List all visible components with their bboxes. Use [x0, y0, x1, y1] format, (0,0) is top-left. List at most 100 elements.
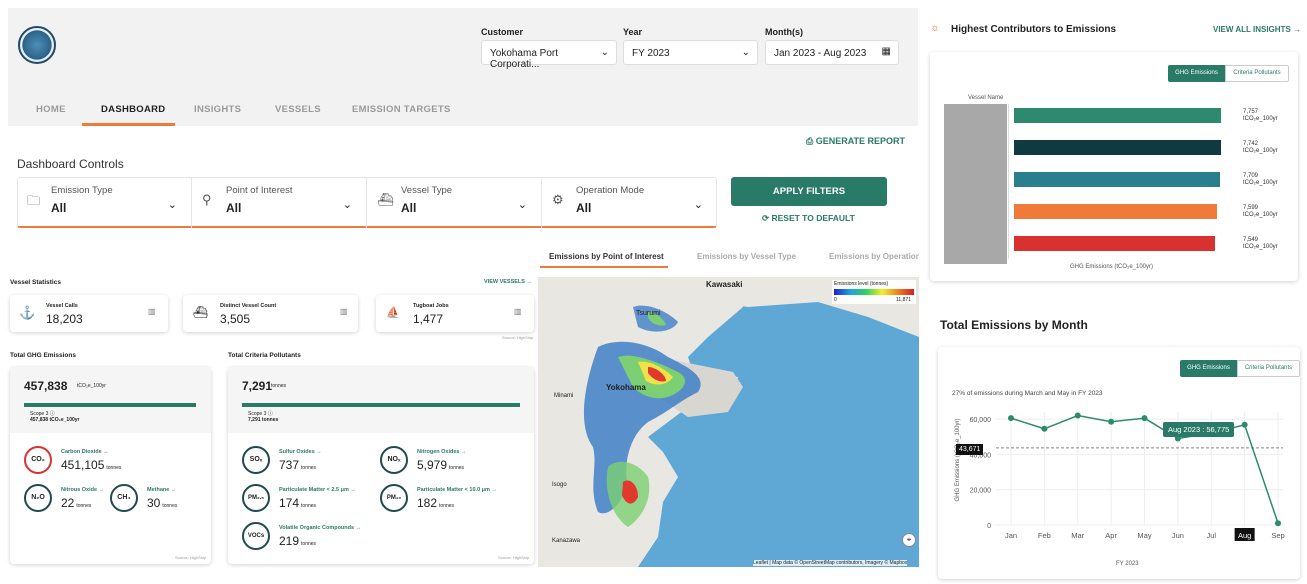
active-tab-underline — [82, 123, 175, 126]
view-vessels-link[interactable]: VIEW VESSELS → — [484, 279, 532, 285]
gas-value: 174 tonnes — [279, 496, 316, 510]
ghg-source: Source: HighShip — [175, 555, 207, 560]
tab-insights[interactable]: INSIGHTS — [194, 104, 241, 115]
tab-emissions-by-vessel-type[interactable]: Emissions by Vessel Type — [697, 252, 796, 261]
chart-icon[interactable]: ▥ — [340, 307, 348, 316]
generate-report-button[interactable]: ⎙ GENERATE REPORT — [806, 136, 905, 147]
generate-report-label: GENERATE REPORT — [815, 136, 906, 146]
y-tick-label: 0 — [987, 523, 991, 530]
monthly-card: GHG Emissions Criteria Pollutants 27% of… — [938, 347, 1300, 579]
contributor-value-unit: tCO₂e_100yr — [1243, 148, 1278, 154]
chart-icon[interactable]: ▥ — [514, 307, 522, 316]
gas-value-number: 737 — [279, 458, 300, 472]
anchor-icon: ⚓ — [19, 305, 36, 320]
lightbulb-icon: ☼ — [930, 22, 941, 34]
port-logo — [18, 26, 56, 64]
tab-home[interactable]: HOME — [36, 104, 66, 115]
data-point[interactable] — [1074, 412, 1081, 419]
contributor-value-number: 7,757 — [1243, 109, 1259, 115]
toggle-criteria[interactable]: Criteria Pollutants — [1225, 65, 1289, 82]
gas-name[interactable]: Carbon Dioxide → — [61, 449, 109, 455]
chevron-down-icon: ⌄ — [741, 47, 750, 58]
pm10-icon: PM₁₀ — [380, 484, 408, 512]
gas-name[interactable]: Nitrogen Oxides → — [417, 449, 467, 455]
y-tick-label: 60,000 — [970, 417, 992, 424]
heatmap-legend: Emissions level (tonnes) 0 11,871 — [832, 280, 916, 304]
ghg-top — [10, 367, 211, 433]
vessel-type-control[interactable]: ⛴ Vessel Type All ⌄ — [367, 178, 542, 228]
criteria-source: Source: HighShip — [498, 555, 530, 560]
contributor-bar[interactable] — [1014, 108, 1221, 123]
data-point[interactable] — [1241, 421, 1248, 428]
ghg-unit: tCO₂e_100yr — [77, 383, 106, 389]
legend-max: 11,871 — [896, 297, 911, 303]
data-point[interactable] — [1041, 425, 1048, 432]
criteria-total: 7,291 — [242, 379, 273, 393]
gas-value-number: 5,979 — [417, 458, 448, 472]
control-title: Operation Mode — [576, 185, 645, 196]
contributor-bar[interactable] — [1014, 140, 1221, 155]
tab-emissions-by-poi[interactable]: Emissions by Point of Interest — [549, 252, 664, 261]
vocs-icon: VOCs — [242, 522, 270, 550]
gas-name[interactable]: Particulate Matter < 10.0 μm → — [417, 487, 497, 493]
contributor-value-number: 7,709 — [1243, 173, 1259, 179]
gas-value-number: 182 — [417, 496, 438, 510]
gas-name[interactable]: Particulate Matter < 2.5 μm → — [279, 487, 356, 493]
gas-value-number: 219 — [279, 534, 300, 548]
apply-filters-button[interactable]: APPLY FILTERS — [731, 177, 887, 206]
contributor-value-number: 7,742 — [1243, 141, 1259, 147]
map-canvas — [538, 277, 919, 567]
chevron-down-icon: ⌄ — [517, 199, 527, 211]
point-of-interest-control[interactable]: ⚲ Point of Interest All ⌄ — [192, 178, 367, 228]
tab-active-underline — [540, 266, 668, 268]
map-place-label: Minami — [554, 393, 574, 399]
emission-type-control[interactable]: 🗀 Emission Type All ⌄ — [17, 178, 192, 228]
data-point[interactable] — [1008, 415, 1014, 422]
month-range-picker[interactable]: Jan 2023 - Aug 2023 ▦ — [765, 40, 899, 65]
toggle-ghg[interactable]: GHG Emissions — [1168, 65, 1225, 82]
contributor-value-unit: tCO₂e_100yr — [1243, 116, 1278, 122]
compass-icon[interactable]: ⌖ — [902, 533, 916, 547]
contributor-value: 7,757 tCO₂e_100yr — [1243, 109, 1278, 123]
gas-value: 182 tonnes — [417, 496, 454, 510]
map-attribution: Leaflet | Map data © OpenStreetMap contr… — [753, 560, 908, 566]
year-value: FY 2023 — [632, 48, 670, 59]
scope-label: Scope 3 ⓘ — [248, 411, 273, 417]
contributor-value-unit: tCO₂e_100yr — [1243, 180, 1278, 186]
data-point[interactable] — [1141, 415, 1148, 422]
view-all-insights-link[interactable]: VIEW ALL INSIGHTS → — [1213, 25, 1301, 34]
tab-emission-targets[interactable]: EMISSION TARGETS — [352, 104, 451, 115]
data-point[interactable] — [1108, 418, 1115, 425]
y-tick-label: 20,000 — [970, 488, 992, 495]
data-point[interactable] — [1275, 520, 1281, 527]
customer-select[interactable]: Yokohama Port Corporati... ⌄ — [481, 40, 617, 70]
monthly-line-chart[interactable]: 020,00040,00060,000Jan Feb Mar Apr May Jun Jul… — [938, 347, 1300, 579]
stat-label: Distinct Vessel Count — [220, 303, 277, 309]
gas-unit: tonnes — [439, 503, 455, 509]
gas-name[interactable]: Methane → — [147, 487, 176, 493]
gas-unit: tonnes — [449, 465, 465, 471]
contributor-bar[interactable] — [1014, 236, 1216, 251]
contributor-bar[interactable] — [1014, 172, 1220, 187]
reset-button[interactable]: ⟳ RESET TO DEFAULT — [762, 213, 855, 224]
gas-name[interactable]: Nitrous Oxide → — [61, 487, 104, 493]
emissions-heatmap[interactable]: Tsurumi Kawasaki Yokohama Minami Isogo K… — [538, 277, 919, 567]
chart-icon[interactable]: ▥ — [148, 307, 156, 316]
tab-dashboard[interactable]: DASHBOARD — [101, 104, 165, 115]
calendar-icon: ▦ — [881, 46, 891, 57]
ch4-icon: CH₄ — [110, 484, 138, 512]
ghg-title: Total GHG Emissions — [10, 352, 76, 359]
gas-value: 219 tonnes — [279, 534, 316, 548]
chevron-down-icon: ⌄ — [600, 47, 609, 58]
contributor-bar[interactable] — [1014, 204, 1217, 219]
tab-emissions-by-operation[interactable]: Emissions by Operation — [829, 252, 919, 261]
gas-unit: tonnes — [106, 465, 122, 471]
control-title: Point of Interest — [226, 185, 293, 196]
gas-name[interactable]: Volatile Organic Compounds → — [279, 525, 361, 531]
year-select[interactable]: FY 2023 ⌄ — [623, 40, 758, 65]
tab-vessels[interactable]: VESSELS — [275, 104, 321, 115]
monthly-xlabel: FY 2023 — [1116, 561, 1139, 567]
gas-name[interactable]: Sulfur Oxides → — [279, 449, 322, 455]
operation-mode-control[interactable]: ⚙ Operation Mode All ⌄ — [542, 178, 717, 228]
ghg-card: 457,838 tCO₂e_100yr Scope 3 ⓘ 457,838 tC… — [10, 367, 211, 564]
